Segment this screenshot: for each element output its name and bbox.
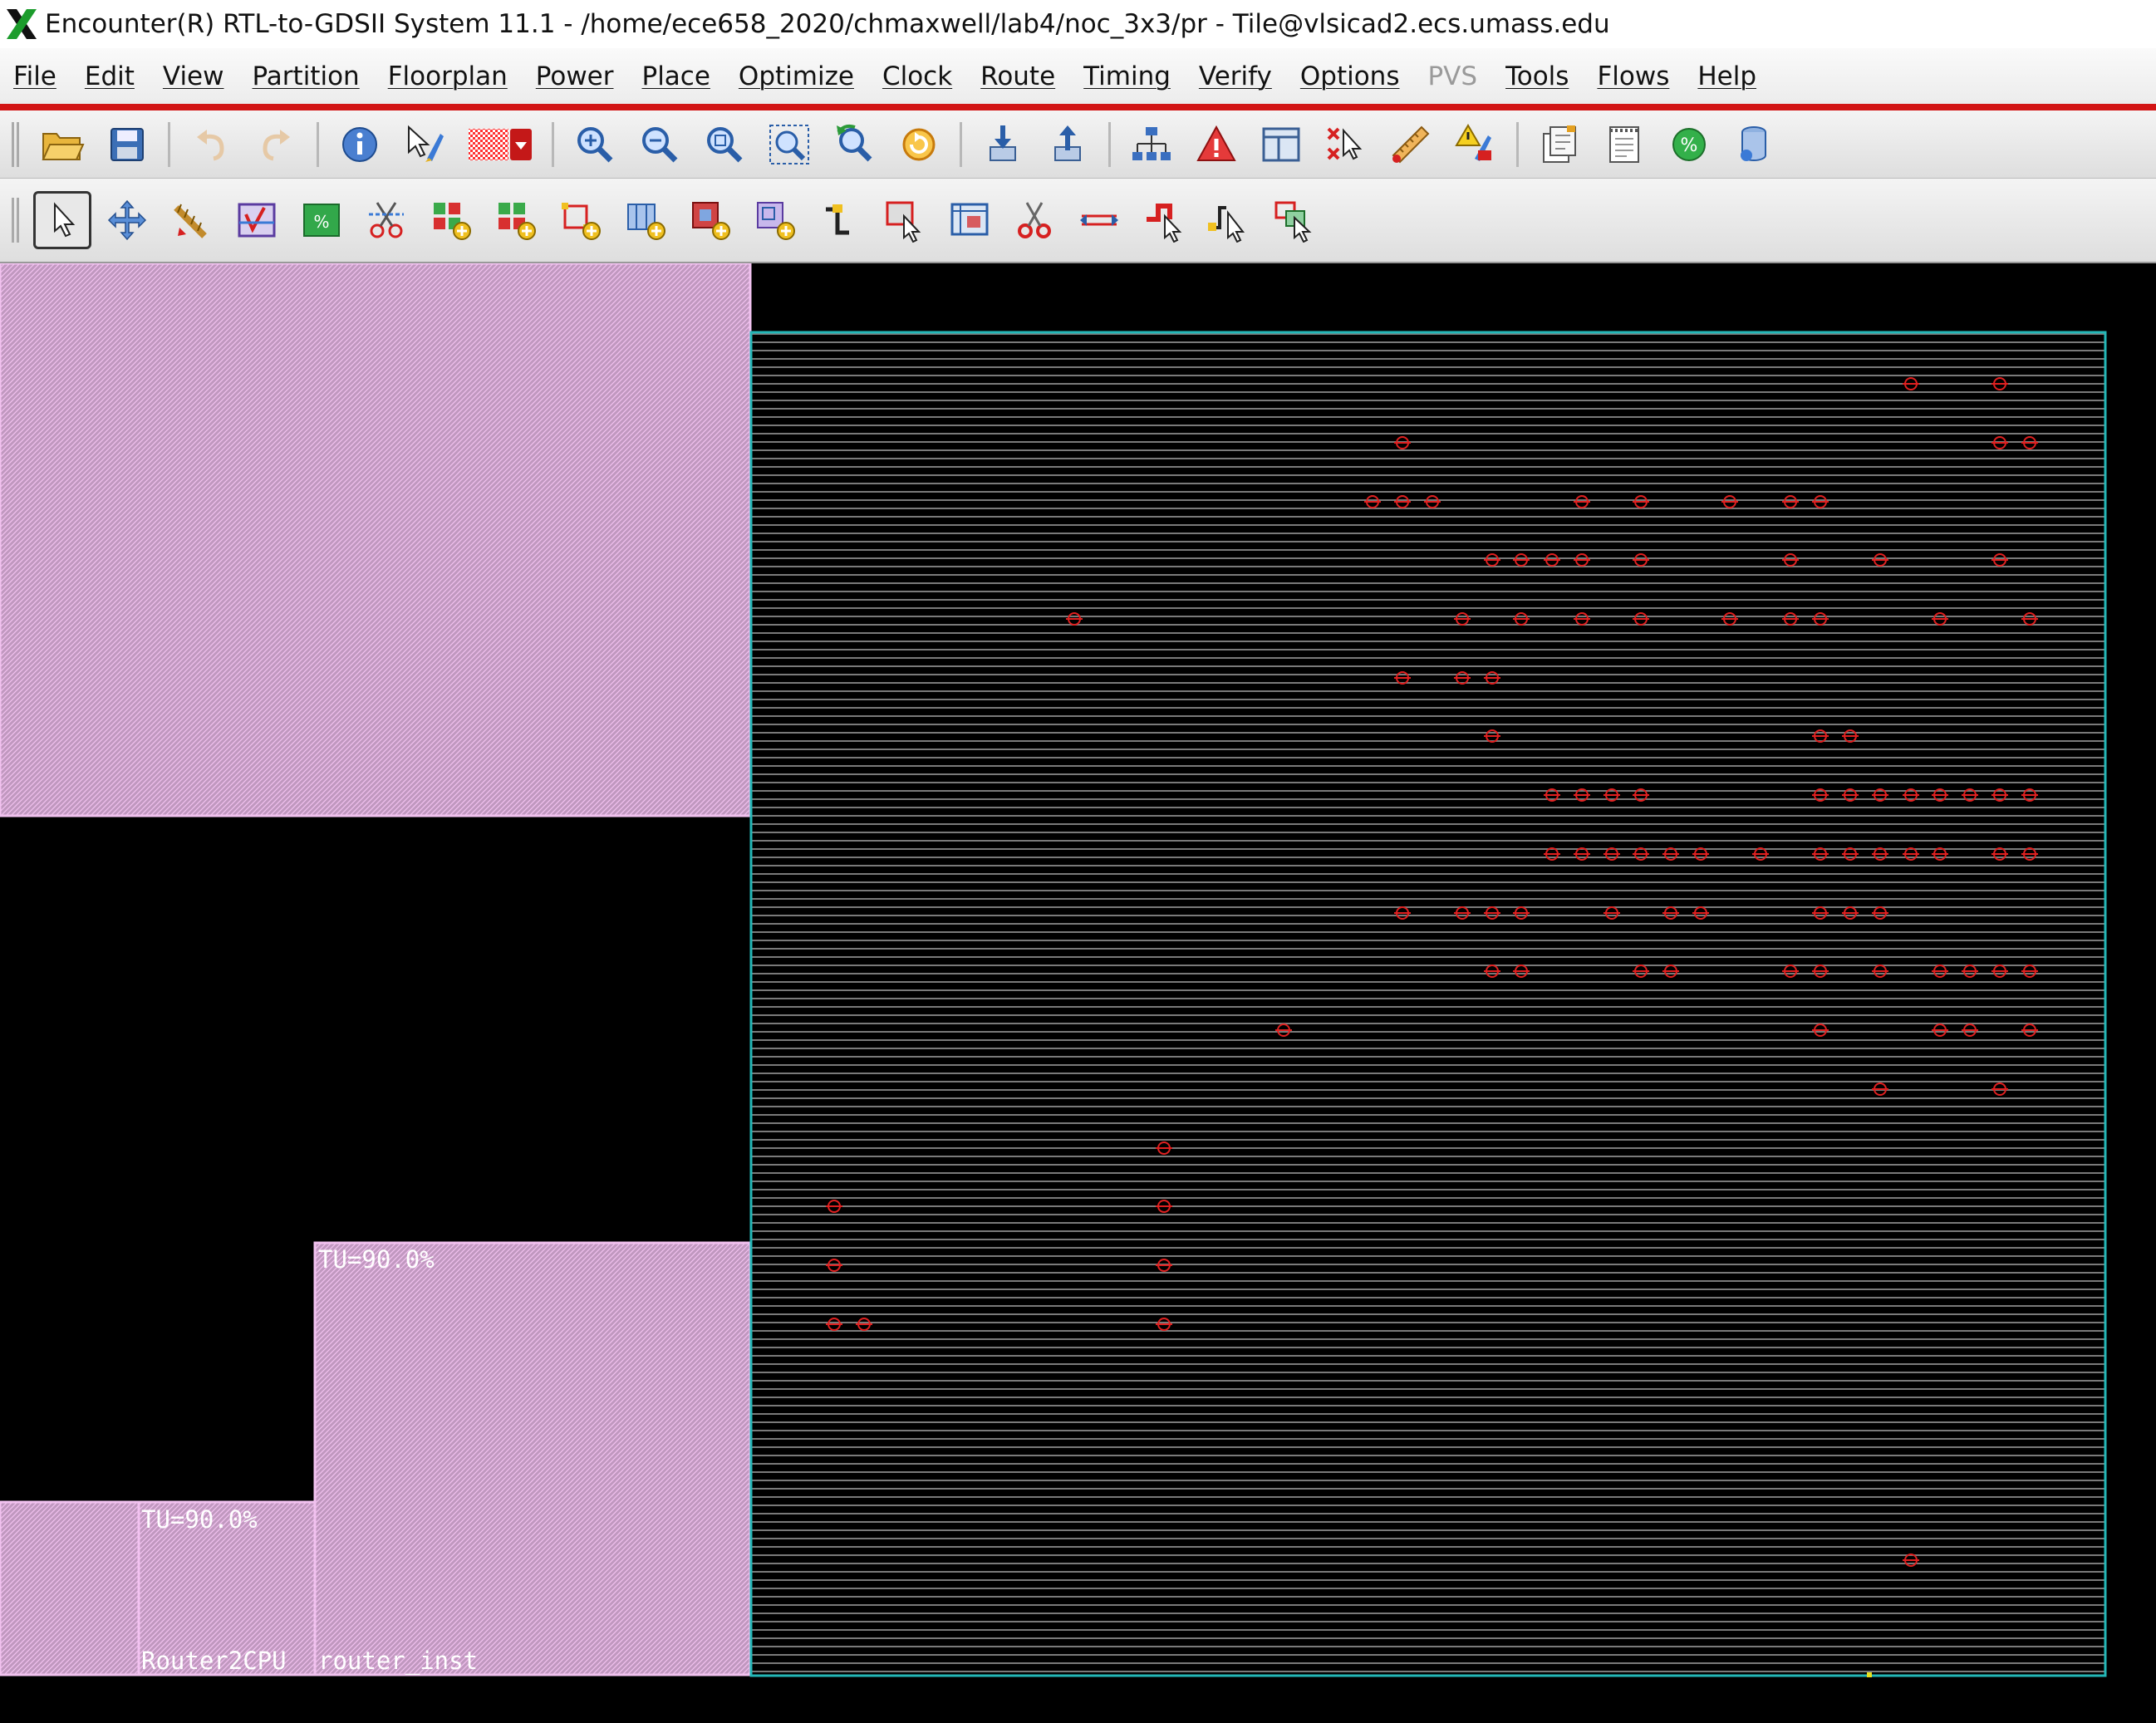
menu-pvs: PVS: [1427, 61, 1478, 91]
ruler-icon[interactable]: [1382, 115, 1440, 174]
toolbar-separator: [552, 121, 554, 167]
edit-toolbar: %: [0, 179, 2156, 263]
open-folder-icon[interactable]: [33, 115, 91, 174]
save-icon[interactable]: [98, 115, 156, 174]
violation-icon[interactable]: [1187, 115, 1245, 174]
menu-view[interactable]: View: [163, 61, 224, 91]
menu-tools[interactable]: Tools: [1505, 61, 1569, 91]
title-bar: Encounter(R) RTL-to-GDSII System 11.1 - …: [0, 0, 2156, 48]
add-cell2-icon[interactable]: [487, 191, 545, 249]
menu-partition[interactable]: Partition: [253, 61, 360, 91]
zoom-out-icon[interactable]: [631, 115, 689, 174]
redraw-icon[interactable]: [890, 115, 948, 174]
deselect-icon[interactable]: [1317, 115, 1375, 174]
toolbar-grip[interactable]: [12, 198, 22, 243]
warning-icon[interactable]: [1446, 115, 1505, 174]
zoom-previous-icon[interactable]: [825, 115, 883, 174]
main-toolbar: %: [0, 110, 2156, 179]
layout-panel-icon[interactable]: [1252, 115, 1310, 174]
menu-verify[interactable]: Verify: [1199, 61, 1272, 91]
block-name-label: Router2CPU: [141, 1647, 287, 1675]
add-cell-icon[interactable]: [422, 191, 480, 249]
menu-file[interactable]: File: [13, 61, 56, 91]
stretch-icon[interactable]: [163, 191, 221, 249]
percentage-icon[interactable]: %: [1660, 115, 1718, 174]
menu-place[interactable]: Place: [642, 61, 710, 91]
partition-block-top-left[interactable]: [0, 263, 752, 817]
select-arrow-icon[interactable]: [33, 191, 91, 249]
pop-up-icon[interactable]: [1039, 115, 1097, 174]
svg-text:%: %: [1681, 135, 1698, 156]
core-row-area[interactable]: [751, 332, 2105, 1676]
select-area-icon[interactable]: [876, 191, 934, 249]
encounter-logo-icon: [7, 9, 37, 39]
toolbar-separator: [168, 121, 170, 167]
push-down-icon[interactable]: [974, 115, 1032, 174]
window-title: Encounter(R) RTL-to-GDSII System 11.1 - …: [45, 9, 1610, 39]
menu-power[interactable]: Power: [536, 61, 614, 91]
menu-optimize[interactable]: Optimize: [739, 61, 854, 91]
cut-wire-icon[interactable]: [357, 191, 415, 249]
toolbar-separator: [1516, 121, 1519, 167]
menu-floorplan[interactable]: Floorplan: [388, 61, 508, 91]
menu-edit[interactable]: Edit: [85, 61, 135, 91]
select-pin-icon[interactable]: [1200, 191, 1258, 249]
add-partition-icon[interactable]: [616, 191, 675, 249]
partition-block-router-inst[interactable]: [313, 1241, 752, 1676]
io-pin: [1867, 1672, 1872, 1677]
edit-shape-icon[interactable]: [1135, 191, 1193, 249]
move-icon[interactable]: [98, 191, 156, 249]
add-pin-icon[interactable]: [552, 191, 610, 249]
block-utilization-label: TU=90.0%: [141, 1505, 258, 1534]
menu-help[interactable]: Help: [1697, 61, 1756, 91]
zoom-fit-icon[interactable]: [760, 115, 818, 174]
layout-view[interactable]: [0, 263, 2156, 1723]
zoom-select-icon[interactable]: [695, 115, 754, 174]
database-icon[interactable]: [1725, 115, 1783, 174]
log-icon[interactable]: [1595, 115, 1653, 174]
zoom-in-icon[interactable]: [566, 115, 624, 174]
block-utilization-label: TU=90.0%: [318, 1245, 435, 1274]
partition-block-left-edge[interactable]: [0, 1500, 140, 1676]
notes-icon[interactable]: [1530, 115, 1589, 174]
scissors-icon[interactable]: [1005, 191, 1063, 249]
select-multi-icon[interactable]: [1265, 191, 1323, 249]
add-region-icon[interactable]: [746, 191, 804, 249]
toolbar-separator: [1108, 121, 1111, 167]
toolbar-grip[interactable]: [12, 121, 22, 167]
svg-text:%: %: [313, 212, 329, 232]
add-block-icon[interactable]: [681, 191, 739, 249]
toolbar-separator: [960, 121, 962, 167]
add-blockage-icon[interactable]: [940, 191, 999, 249]
info-icon[interactable]: [331, 115, 389, 174]
menu-route[interactable]: Route: [980, 61, 1055, 91]
add-wire-icon[interactable]: [811, 191, 869, 249]
menu-bar: File Edit View Partition Floorplan Power…: [0, 48, 2156, 110]
hierarchy-icon[interactable]: [1122, 115, 1181, 174]
menu-options[interactable]: Options: [1300, 61, 1400, 91]
redo-icon[interactable]: [247, 115, 305, 174]
toolbar-separator: [317, 121, 319, 167]
undo-icon[interactable]: [182, 115, 240, 174]
layout-canvas[interactable]: TU=90.0% TU=90.0% Router2CPU router_inst: [0, 263, 2156, 1723]
design-browser-icon[interactable]: [395, 115, 454, 174]
placement-check-icon[interactable]: [228, 191, 286, 249]
menu-timing[interactable]: Timing: [1083, 61, 1171, 91]
density-icon[interactable]: %: [292, 191, 351, 249]
block-name-label: router_inst: [318, 1647, 479, 1675]
spacing-icon[interactable]: [1070, 191, 1128, 249]
color-pattern-icon[interactable]: [460, 115, 540, 174]
menu-clock[interactable]: Clock: [882, 61, 952, 91]
menu-flows[interactable]: Flows: [1597, 61, 1669, 91]
